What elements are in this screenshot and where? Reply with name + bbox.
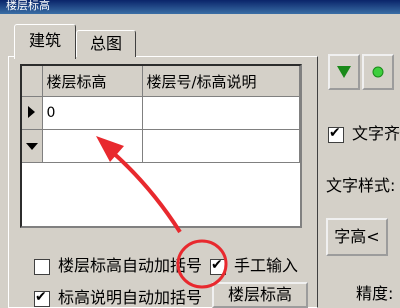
column-header-note[interactable]: 楼层号/标高说明: [142, 66, 300, 97]
text-style-label: 文字样式:: [326, 176, 396, 195]
window-title: 楼层标高: [0, 0, 400, 14]
manual-input-checkbox[interactable]: [210, 257, 226, 275]
auto-bracket-note-label: 标高说明自动加括号: [58, 288, 203, 307]
triangle-down-icon: [337, 66, 351, 78]
precision-label: 精度:: [356, 284, 394, 303]
floor-elevation-button[interactable]: 楼层标高: [212, 282, 308, 308]
text-height-button[interactable]: 字高<: [326, 218, 388, 256]
table-row[interactable]: [22, 129, 300, 163]
text-align-option[interactable]: 文字齐线: [328, 120, 400, 144]
tab-architecture[interactable]: 建筑: [14, 24, 76, 59]
cell-elevation[interactable]: [42, 129, 143, 163]
cell-note[interactable]: [142, 129, 300, 163]
grid-corner: [22, 66, 43, 97]
cell-elevation[interactable]: 0: [42, 96, 143, 130]
row-selector-icon[interactable]: [22, 96, 43, 130]
column-header-elevation[interactable]: 楼层标高: [42, 66, 143, 97]
marker-button[interactable]: [328, 54, 360, 90]
auto-bracket-elevation-label: 楼层标高自动加括号: [58, 256, 203, 275]
auto-bracket-note-checkbox[interactable]: [34, 289, 50, 307]
manual-input-option[interactable]: 手工输入: [210, 252, 298, 276]
tab-site-plan[interactable]: 总图: [76, 30, 136, 57]
elevation-grid[interactable]: 楼层标高 楼层号/标高说明 0: [20, 64, 302, 228]
circle-icon: [372, 66, 384, 78]
cell-note[interactable]: [142, 96, 300, 130]
auto-bracket-elevation-option[interactable]: 楼层标高自动加括号: [34, 252, 202, 276]
auto-bracket-note-option[interactable]: 标高说明自动加括号: [34, 284, 202, 308]
row-dropdown-icon[interactable]: [22, 129, 43, 163]
manual-input-label: 手工输入: [234, 256, 299, 275]
auto-bracket-elevation-checkbox[interactable]: [34, 258, 50, 275]
text-align-label: 文字齐线: [352, 124, 400, 143]
text-align-checkbox[interactable]: [328, 125, 344, 143]
circle-button[interactable]: [362, 54, 394, 90]
table-row[interactable]: 0: [22, 96, 300, 130]
